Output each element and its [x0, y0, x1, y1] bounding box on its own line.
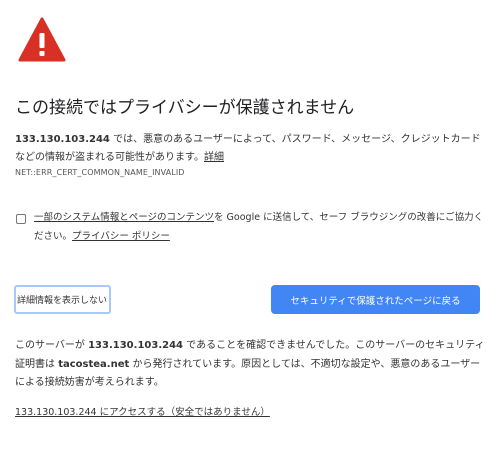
- back-to-safety-button[interactable]: セキュリティで保護されたページに戻る: [271, 285, 480, 314]
- privacy-policy-link[interactable]: プライバシー ポリシー: [72, 231, 170, 242]
- system-info-link[interactable]: 一部のシステム情報とページのコンテンツ: [34, 212, 214, 223]
- details-link[interactable]: 詳細: [204, 152, 224, 163]
- safe-browsing-report-checkbox[interactable]: [16, 214, 26, 224]
- hide-details-button[interactable]: 詳細情報を表示しない: [14, 285, 111, 314]
- details-explanation: このサーバーが 133.130.103.244 であることを確認できませんでした…: [15, 337, 485, 393]
- warning-triangle-icon: [18, 17, 66, 62]
- certificate-issuer: tacostea.net: [58, 358, 130, 370]
- safe-browsing-report-label: 一部のシステム情報とページのコンテンツを Google に送信して、セーフ ブラ…: [34, 208, 486, 246]
- interstitial-page: この接続ではプライバシーが保護されません 133.130.103.244 では、…: [0, 0, 500, 450]
- main-message: 133.130.103.244 では、悪意のあるユーザーによって、パスワード、メ…: [15, 131, 485, 167]
- error-code: NET::ERR_CERT_COMMON_NAME_INVALID: [15, 168, 185, 177]
- host-name: 133.130.103.244: [15, 134, 110, 145]
- details-prefix: このサーバーが: [15, 340, 89, 351]
- proceed-unsafe-link[interactable]: 133.130.103.244 にアクセスする（安全ではありません）: [15, 404, 270, 418]
- details-host: 133.130.103.244: [88, 340, 183, 351]
- page-title: この接続ではプライバシーが保護されません: [15, 98, 355, 118]
